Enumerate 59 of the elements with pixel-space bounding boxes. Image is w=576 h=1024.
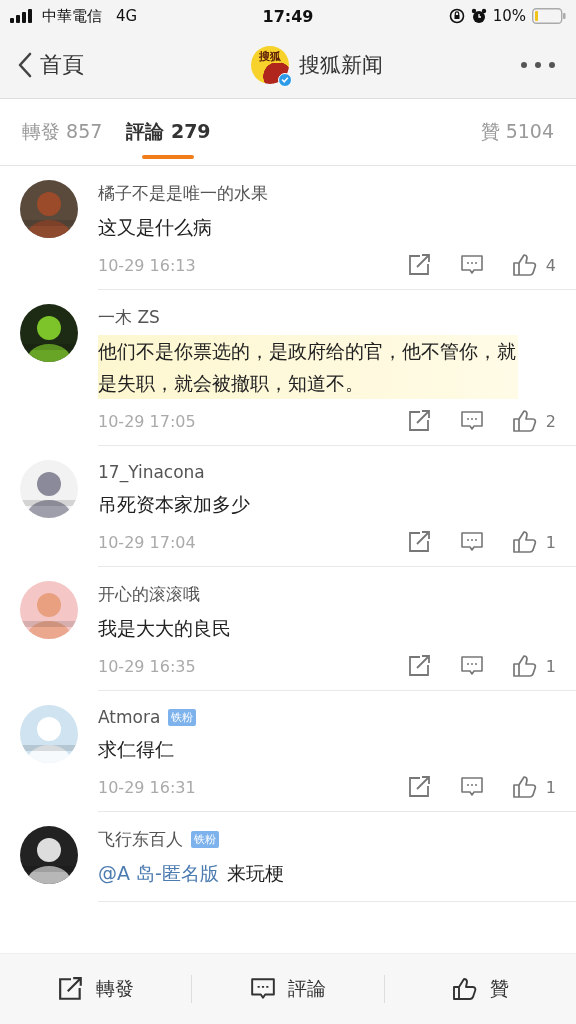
thumbs-up-icon[interactable] xyxy=(511,775,538,799)
comment-text: 我是大大的良民 xyxy=(98,616,231,641)
mention-link[interactable]: @A 岛-匿名版 xyxy=(98,862,219,884)
tab[interactable]: 評論 279 xyxy=(126,99,211,165)
comment-text: 他们不是你票选的，是政府给的官，他不管你，就是失职，就会被撤职，知道不。 xyxy=(98,335,518,399)
like-count: 1 xyxy=(545,656,556,676)
share-icon[interactable] xyxy=(407,531,432,553)
repost-button[interactable]: 轉發 xyxy=(0,975,192,1003)
comment-button[interactable]: 評論 xyxy=(192,975,384,1003)
user-name[interactable]: 17_Yinacona xyxy=(98,462,205,482)
clock-time: 17:49 xyxy=(262,6,314,26)
fan-badge: 铁粉 xyxy=(191,831,219,848)
thumbs-up-icon xyxy=(451,977,478,1001)
comment-text: 来玩梗 xyxy=(226,861,284,886)
thumbs-up-icon[interactable] xyxy=(511,530,538,554)
comment-time: 10-29 16:31 xyxy=(98,777,196,797)
thumbs-up-icon[interactable] xyxy=(511,253,538,277)
back-chevron-icon xyxy=(18,52,32,78)
thumbs-up-icon[interactable] xyxy=(511,654,538,678)
comment-icon xyxy=(250,977,276,1001)
comment-text: 求仁得仁 xyxy=(98,737,174,762)
like-button[interactable]: 贊 xyxy=(384,975,576,1003)
battery-icon xyxy=(532,8,566,24)
comment-text: 吊死资本家加多少 xyxy=(98,492,250,517)
comment-icon[interactable] xyxy=(459,410,484,432)
comment-icon[interactable] xyxy=(459,655,484,677)
share-icon[interactable] xyxy=(407,410,432,432)
comment-time: 10-29 17:04 xyxy=(98,532,196,552)
like-count: 1 xyxy=(545,532,556,552)
more-icon[interactable] xyxy=(520,61,556,69)
share-icon[interactable] xyxy=(407,254,432,276)
battery-percent: 10% xyxy=(492,7,526,25)
carrier-name: 中華電信 xyxy=(42,6,102,26)
user-name[interactable]: 一木 ZS xyxy=(98,306,160,329)
user-name[interactable]: 开心的滚滚哦 xyxy=(98,583,200,606)
fan-badge: 铁粉 xyxy=(168,708,197,726)
like-count: 2 xyxy=(545,411,556,431)
alarm-icon xyxy=(470,8,487,24)
comment-icon[interactable] xyxy=(459,254,484,276)
comment-time: 10-29 16:13 xyxy=(98,255,196,275)
network-type: 4G xyxy=(116,7,138,25)
share-icon[interactable] xyxy=(407,776,432,798)
share-icon[interactable] xyxy=(407,655,432,677)
account-logo: 搜狐 xyxy=(251,46,289,84)
user-name[interactable]: 飞行东百人 xyxy=(98,828,183,851)
comment-text: 这又是什么病 xyxy=(98,215,212,240)
back-button[interactable]: 首頁 xyxy=(18,50,84,80)
comment-icon[interactable] xyxy=(459,776,484,798)
rotation-lock-icon xyxy=(448,8,465,24)
thumbs-up-icon[interactable] xyxy=(511,409,538,433)
comment-icon[interactable] xyxy=(459,531,484,553)
like-count: 1 xyxy=(545,777,556,797)
comment-time: 10-29 16:35 xyxy=(98,656,196,676)
page-title: 搜狐新闻 xyxy=(299,52,383,79)
user-name[interactable]: 橘子不是是唯一的水果 xyxy=(98,182,268,205)
share-icon xyxy=(57,977,84,1001)
user-name[interactable]: Atmora xyxy=(98,707,161,727)
comment-time: 10-29 17:05 xyxy=(98,411,196,431)
like-count: 4 xyxy=(545,255,556,275)
